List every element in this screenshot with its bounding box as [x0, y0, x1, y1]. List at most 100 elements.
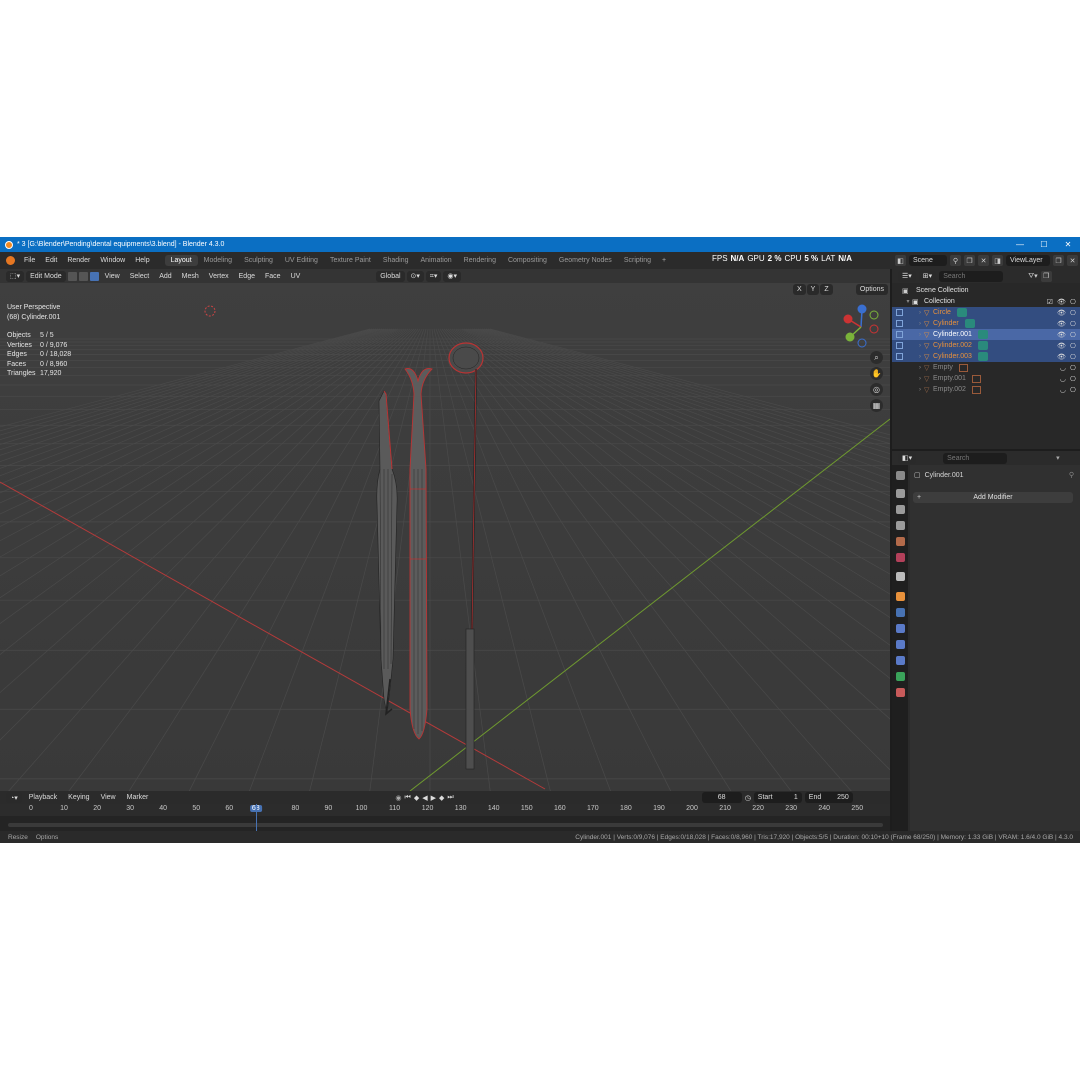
new-scene-icon[interactable]: ❐: [964, 255, 975, 266]
properties-options-icon[interactable]: ▾: [1056, 454, 1060, 462]
edit-mode-toggle-icon[interactable]: [896, 342, 903, 349]
edge-menu[interactable]: Edge: [235, 273, 259, 280]
outliner-search-input[interactable]: Search: [939, 270, 1004, 282]
camera-icon[interactable]: ⎔: [1070, 331, 1076, 339]
jump-key-forward-icon[interactable]: ◆: [439, 794, 444, 802]
tab-layout[interactable]: Layout: [164, 255, 198, 266]
end-frame-field[interactable]: End 250: [804, 792, 853, 803]
timeline-editor[interactable]: ◔▾ Playback Keying View Marker ◉ ⏮ ◆ ◀ ▶…: [0, 791, 890, 831]
minimize-button[interactable]: —: [1008, 240, 1032, 249]
outliner-panel[interactable]: ☰▾ ⊞▾ Search ⛛▾ ❐ ▣ Scene Collection ▾ ▣…: [892, 269, 1080, 449]
delete-view-layer-icon[interactable]: ✕: [1067, 255, 1078, 266]
tab-animation[interactable]: Animation: [415, 255, 458, 266]
expand-chevron-icon[interactable]: ›: [916, 387, 924, 393]
object-tab-icon[interactable]: [896, 592, 905, 601]
camera-icon[interactable]: ⎔: [1070, 342, 1076, 350]
keying-menu[interactable]: Keying: [64, 794, 93, 801]
camera-icon[interactable]: ⎔: [1070, 375, 1076, 383]
empty-data-icon[interactable]: [971, 374, 981, 383]
menu-file[interactable]: File: [19, 257, 40, 264]
uv-menu[interactable]: UV: [287, 273, 305, 280]
mirror-x-button[interactable]: X: [793, 284, 806, 295]
edit-mode-toggle-icon[interactable]: [896, 320, 903, 327]
mode-dropdown[interactable]: Edit Mode: [26, 270, 66, 282]
outliner-item[interactable]: › ▽ Cylinder 👁 ⎔: [892, 318, 1080, 329]
menu-window[interactable]: Window: [95, 257, 130, 264]
add-modifier-button[interactable]: + Add Modifier: [913, 492, 1073, 503]
eye-closed-icon[interactable]: ◡: [1060, 386, 1066, 394]
delete-scene-icon[interactable]: ✕: [978, 255, 989, 266]
camera-icon[interactable]: ⎔: [1070, 364, 1076, 372]
outliner-item[interactable]: › ▽ Empty.001 ◡ ⎔: [892, 373, 1080, 384]
jump-end-icon[interactable]: ⏭: [447, 794, 453, 802]
snap-toggle[interactable]: ⌗▾: [425, 270, 442, 282]
modifier-wrench-icon[interactable]: [896, 608, 905, 617]
camera-icon[interactable]: ⎔: [1070, 320, 1076, 328]
expand-chevron-icon[interactable]: ›: [916, 321, 924, 327]
tab-sculpting[interactable]: Sculpting: [238, 255, 279, 266]
expand-chevron-icon[interactable]: ›: [916, 343, 924, 349]
editor-type-dropdown[interactable]: ⬚▾: [6, 270, 25, 282]
new-collection-icon[interactable]: ❐: [1040, 270, 1052, 282]
mirror-y-button[interactable]: Y: [806, 284, 820, 295]
properties-panel[interactable]: ◧▾ Search ▾ ▢ Cylinder.001 ⚲ + Add Modif…: [892, 451, 1080, 831]
playback-menu[interactable]: Playback: [25, 794, 61, 801]
add-menu[interactable]: Add: [155, 273, 175, 280]
outliner-editor-type-icon[interactable]: ☰▾: [898, 270, 916, 282]
eye-closed-icon[interactable]: ◡: [1060, 364, 1066, 372]
timeline-scrollbar[interactable]: [8, 823, 883, 827]
display-mode-dropdown[interactable]: ⊞▾: [918, 270, 937, 282]
marker-menu[interactable]: Marker: [123, 794, 153, 801]
collapse-chevron-icon[interactable]: ▾: [904, 298, 912, 305]
eye-icon[interactable]: 👁: [1057, 309, 1066, 317]
eye-icon[interactable]: 👁: [1057, 298, 1066, 306]
start-frame-field[interactable]: Start 1: [753, 792, 802, 803]
mesh-menu[interactable]: Mesh: [178, 273, 203, 280]
scene-collection-row[interactable]: ▣ Scene Collection: [892, 285, 1080, 296]
pan-hand-icon[interactable]: ✋: [870, 367, 883, 380]
eye-closed-icon[interactable]: ◡: [1060, 375, 1066, 383]
camera-icon[interactable]: ⎔: [1070, 298, 1076, 306]
tool-tab-icon[interactable]: [896, 471, 905, 480]
tab-scripting[interactable]: Scripting: [618, 255, 657, 266]
physics-tab-icon[interactable]: [896, 640, 905, 649]
eye-icon[interactable]: 👁: [1057, 320, 1066, 328]
pin-icon[interactable]: ⚲: [1069, 471, 1074, 479]
view-menu[interactable]: View: [97, 794, 120, 801]
expand-chevron-icon[interactable]: ›: [916, 365, 924, 371]
outliner-item[interactable]: › ▽ Empty ◡ ⎔: [892, 362, 1080, 373]
outliner-item[interactable]: › ▽ Cylinder.001 👁 ⎔: [892, 329, 1080, 340]
scene-icon[interactable]: ◧: [895, 255, 906, 266]
outliner-item[interactable]: › ▽ Cylinder.002 👁 ⎔: [892, 340, 1080, 351]
empty-data-icon[interactable]: [971, 385, 981, 394]
outliner-item[interactable]: › ▽ Empty.002 ◡ ⎔: [892, 384, 1080, 395]
view-menu[interactable]: View: [101, 273, 124, 280]
edit-mode-toggle-icon[interactable]: [896, 309, 903, 316]
tab-rendering[interactable]: Rendering: [458, 255, 502, 266]
tab-geometry-nodes[interactable]: Geometry Nodes: [553, 255, 618, 266]
data-tab-icon[interactable]: [896, 672, 905, 681]
maximize-button[interactable]: ☐: [1032, 240, 1056, 249]
vertex-select-button[interactable]: [67, 271, 77, 281]
vertex-menu[interactable]: Vertex: [205, 273, 233, 280]
view-layer-icon[interactable]: ◨: [992, 255, 1003, 266]
clock-icon[interactable]: ◷: [745, 794, 751, 802]
new-view-layer-icon[interactable]: ❐: [1053, 255, 1064, 266]
menu-render[interactable]: Render: [62, 257, 95, 264]
menu-help[interactable]: Help: [130, 257, 154, 264]
tab-compositing[interactable]: Compositing: [502, 255, 553, 266]
add-workspace-button[interactable]: +: [657, 257, 671, 264]
mesh-data-icon[interactable]: [964, 319, 975, 328]
camera-view-icon[interactable]: ◎: [870, 383, 883, 396]
proportional-edit-toggle[interactable]: ◉▾: [443, 270, 462, 282]
jump-key-back-icon[interactable]: ◆: [414, 794, 419, 802]
collection-row[interactable]: ▾ ▣ Collection ☑ 👁 ⎔: [892, 296, 1080, 307]
pin-icon[interactable]: ⚲: [950, 255, 961, 266]
checkbox-icon[interactable]: ☑: [1047, 298, 1053, 306]
current-frame-field[interactable]: 68: [701, 792, 742, 803]
eye-icon[interactable]: 👁: [1057, 331, 1066, 339]
orientation-dropdown[interactable]: Global: [376, 270, 405, 282]
tab-uv-editing[interactable]: UV Editing: [279, 255, 324, 266]
eye-icon[interactable]: 👁: [1057, 342, 1066, 350]
output-tab-icon[interactable]: [896, 505, 905, 514]
